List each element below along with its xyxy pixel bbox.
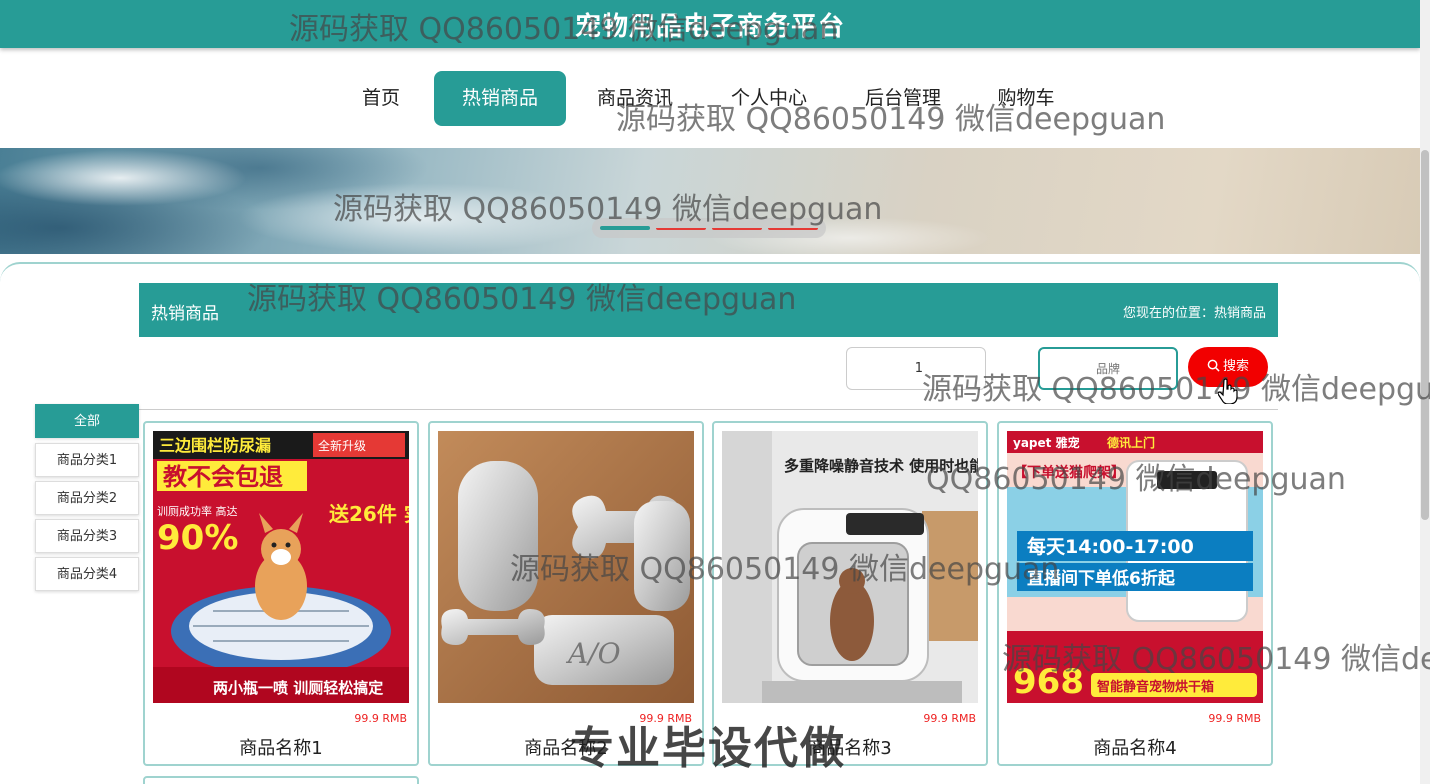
svg-text:训厕成功率 高达: 训厕成功率 高达 [157,504,238,518]
product-price: 99.9 RMB [354,712,407,725]
nav-admin[interactable]: 后台管理 [856,71,950,126]
main-nav: 首页 热销商品 商品资讯 个人中心 后台管理 购物车 [0,71,1420,126]
nav-cart[interactable]: 购物车 [990,71,1062,126]
site-title: 宠物用品电子商务平台 [574,12,845,42]
category-1[interactable]: 商品分类1 [35,443,139,477]
product-image-pet-tags[interactable]: A/O [438,431,694,703]
svg-text:智能静音宠物烘干箱: 智能静音宠物烘干箱 [1097,679,1214,695]
page-scrollbar[interactable] [1420,0,1430,784]
svg-text:德讯上门: 德讯上门 [1107,435,1155,450]
carousel-dot-2[interactable] [656,226,706,230]
category-all[interactable]: 全部 [35,404,139,438]
nav-personal-center[interactable]: 个人中心 [722,71,816,126]
banner-carousel [0,148,1420,254]
svg-text:全新升级: 全新升级 [318,438,366,453]
top-bar: 宠物用品电子商务平台 [0,0,1420,48]
svg-text:A/O: A/O [565,637,621,670]
product-price: 99.9 RMB [923,712,976,725]
svg-text:968: 968 [1013,662,1084,702]
product-card[interactable]: 三边围栏防尿漏 全新升级 教不会包退 训厕成功率 高达 90% 送26件 实用赠… [143,421,419,766]
carousel-dot-4[interactable] [768,226,818,230]
search-button-label: 搜索 [1222,359,1249,374]
svg-text:多重降噪静音技术 使用时也能睡眠: 多重降噪静音技术 使用时也能睡眠 [784,457,978,475]
breadcrumb: 您现在的位置：热销商品 [1122,306,1266,321]
brand-input[interactable] [1038,347,1178,390]
nav-hot-products[interactable]: 热销商品 [434,71,566,126]
carousel-dot-3[interactable] [712,226,762,230]
product-image-potty-tray[interactable]: 三边围栏防尿漏 全新升级 教不会包退 训厕成功率 高达 90% 送26件 实用赠… [153,431,409,703]
svg-text:每天14:00-17:00: 每天14:00-17:00 [1027,535,1194,558]
category-4[interactable]: 商品分类4 [35,557,139,591]
product-price: 99.9 RMB [1208,712,1261,725]
svg-text:yapet 雅宠: yapet 雅宠 [1013,435,1080,450]
svg-text:【下单送猫爬架】: 【下单送猫爬架】 [1013,464,1125,481]
scrollbar-thumb[interactable] [1421,150,1429,520]
search-icon [1207,359,1220,372]
svg-text:两小瓶一喷 训厕轻松搞定: 两小瓶一喷 训厕轻松搞定 [213,679,383,697]
section-title: 热销商品 [151,304,219,324]
product-card[interactable]: yapet 雅宠 德讯上门 【下单送猫爬架】 每天14:00-17:00 直播间… [997,421,1273,766]
carousel-indicators [592,218,826,238]
product-card-partial[interactable] [143,776,419,784]
svg-text:直播间下单低6折起: 直播间下单低6折起 [1027,568,1176,589]
svg-text:送26件 实用赠品: 送26件 实用赠品 [329,502,409,526]
keyword-input[interactable] [846,347,986,390]
nav-product-news[interactable]: 商品资讯 [590,71,680,126]
bottom-watermark: 专业毕设代做 [570,723,846,774]
category-2[interactable]: 商品分类2 [35,481,139,515]
section-header: 热销商品 您现在的位置：热销商品 [139,283,1278,337]
svg-text:三边围栏防尿漏: 三边围栏防尿漏 [159,436,271,455]
search-divider [139,409,1278,410]
product-image-pet-dryer[interactable]: 多重降噪静音技术 使用时也能睡眠 [722,431,978,703]
svg-text:90%: 90% [157,518,238,558]
product-name[interactable]: 商品名称1 [145,734,417,760]
product-name[interactable]: 商品名称4 [999,734,1271,760]
product-image-drying-box-ad[interactable]: yapet 雅宠 德讯上门 【下单送猫爬架】 每天14:00-17:00 直播间… [1007,431,1263,703]
carousel-dot-1[interactable] [600,226,650,230]
category-3[interactable]: 商品分类3 [35,519,139,553]
hand-cursor-icon [1218,378,1238,404]
nav-home[interactable]: 首页 [346,71,416,126]
svg-text:教不会包退: 教不会包退 [163,463,283,491]
